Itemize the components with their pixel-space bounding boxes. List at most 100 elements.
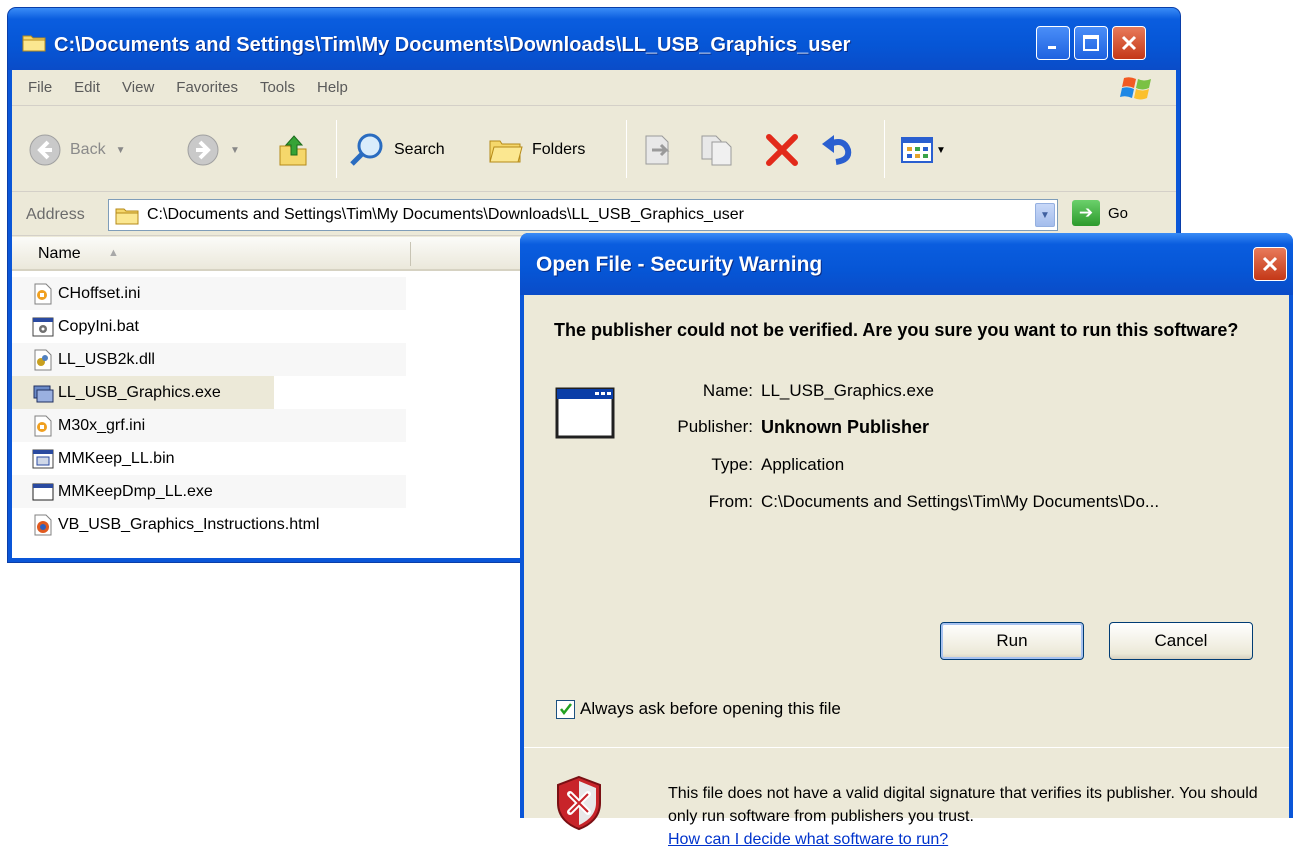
file-name: MMKeepDmp_LL.exe xyxy=(58,482,213,500)
folders-label: Folders xyxy=(532,141,586,158)
menu-tools[interactable]: Tools xyxy=(260,79,295,96)
list-item[interactable]: MMKeepDmp_LL.exe xyxy=(12,475,406,508)
move-to-icon xyxy=(645,135,670,165)
list-item[interactable]: MMKeep_LL.bin xyxy=(12,442,406,475)
always-ask-label[interactable]: Always ask before opening this file xyxy=(580,699,841,719)
maximize-icon xyxy=(1083,35,1099,51)
publisher-key: Publisher: xyxy=(677,417,753,436)
toolbar-separator xyxy=(336,120,337,178)
always-ask-checkbox[interactable] xyxy=(556,699,575,719)
checkmark-icon xyxy=(559,703,572,716)
toolbar-separator xyxy=(884,120,885,178)
toolbar-separator xyxy=(626,120,627,178)
exe-file-icon xyxy=(33,385,54,402)
list-item[interactable]: CHoffset.ini xyxy=(12,277,406,310)
search-icon xyxy=(350,133,383,166)
name-value: LL_USB_Graphics.exe xyxy=(761,381,934,400)
go-button[interactable]: ➔ Go xyxy=(1072,200,1128,226)
views-button[interactable]: ▼ xyxy=(900,108,946,192)
column-header-name[interactable]: Name xyxy=(38,245,81,263)
from-value: C:\Documents and Settings\Tim\My Documen… xyxy=(761,492,1160,511)
list-item[interactable]: LL_USB_Graphics.exe xyxy=(12,376,274,409)
delete-icon xyxy=(766,134,798,166)
dialog-titlebar[interactable]: Open File - Security Warning xyxy=(520,233,1293,295)
list-item[interactable]: VB_USB_Graphics_Instructions.html xyxy=(12,508,406,541)
cancel-button[interactable]: Cancel xyxy=(1109,622,1253,660)
forward-button[interactable]: ▼ xyxy=(186,108,240,192)
explorer-titlebar[interactable]: C:\Documents and Settings\Tim\My Documen… xyxy=(8,8,1180,70)
from-row: From: C:\Documents and Settings\Tim\My D… xyxy=(624,492,1159,512)
file-name: LL_USB_Graphics.exe xyxy=(58,383,221,401)
undo-button[interactable] xyxy=(820,108,856,192)
security-warning-dialog: Open File - Security Warning The publish… xyxy=(520,233,1293,848)
toolbar: Back ▼ ▼ Search Folders ▼ xyxy=(12,108,1176,192)
delete-button[interactable] xyxy=(764,108,800,192)
address-label: Address xyxy=(26,205,85,223)
list-item[interactable]: LL_USB2k.dll xyxy=(12,343,406,376)
menu-edit[interactable]: Edit xyxy=(74,79,100,96)
ini-file-icon xyxy=(34,415,52,436)
address-bar: Address C:\Documents and Settings\Tim\My… xyxy=(12,194,1176,236)
back-dropdown-icon[interactable]: ▼ xyxy=(116,145,126,156)
menu-view[interactable]: View xyxy=(122,79,154,96)
forward-dropdown-icon[interactable]: ▼ xyxy=(230,145,240,156)
bin-file-icon xyxy=(32,449,54,468)
back-button[interactable]: Back ▼ xyxy=(28,108,125,192)
explorer-title: C:\Documents and Settings\Tim\My Documen… xyxy=(54,34,851,56)
address-value: C:\Documents and Settings\Tim\My Documen… xyxy=(147,206,744,223)
batch-file-icon xyxy=(32,317,54,336)
menu-file[interactable]: File xyxy=(28,79,52,96)
folder-icon xyxy=(22,35,46,52)
close-icon xyxy=(1121,35,1137,51)
up-folder-button[interactable] xyxy=(276,108,312,192)
dialog-heading: The publisher could not be verified. Are… xyxy=(554,320,1239,340)
html-file-icon xyxy=(34,514,52,535)
address-input[interactable]: C:\Documents and Settings\Tim\My Documen… xyxy=(108,199,1058,231)
column-divider[interactable] xyxy=(410,242,411,266)
back-arrow-icon xyxy=(29,134,61,166)
search-button[interactable]: Search xyxy=(348,108,445,192)
type-key: Type: xyxy=(711,455,753,474)
go-arrow-icon: ➔ xyxy=(1072,200,1100,226)
views-icon xyxy=(901,137,933,163)
menu-help[interactable]: Help xyxy=(317,79,348,96)
file-rows: CHoffset.ini CopyIni.bat LL_USB2k.dll LL… xyxy=(12,277,406,541)
forward-arrow-icon xyxy=(187,134,219,166)
dialog-client: The publisher could not be verified. Are… xyxy=(524,295,1289,848)
always-ask-option: Always ask before opening this file xyxy=(556,699,841,719)
address-dropdown-button[interactable]: ▼ xyxy=(1035,203,1055,227)
warning-message: This file does not have a valid digital … xyxy=(668,782,1268,851)
move-to-button[interactable] xyxy=(640,108,676,192)
publisher-row: Publisher: Unknown Publisher xyxy=(624,417,929,438)
help-link[interactable]: How can I decide what software to run? xyxy=(668,828,1268,851)
file-name: M30x_grf.ini xyxy=(58,416,146,434)
file-name: CHoffset.ini xyxy=(58,284,141,302)
up-folder-icon xyxy=(279,135,307,166)
dialog-divider xyxy=(524,747,1289,748)
sort-ascending-icon: ▲ xyxy=(108,247,119,259)
type-value: Application xyxy=(761,455,845,474)
dll-file-icon xyxy=(34,349,52,370)
views-dropdown-icon[interactable]: ▼ xyxy=(936,145,946,156)
search-label: Search xyxy=(394,141,445,158)
copy-to-button[interactable] xyxy=(698,108,736,192)
menu-favorites[interactable]: Favorites xyxy=(176,79,238,96)
dialog-close-button[interactable] xyxy=(1253,247,1287,281)
undo-icon xyxy=(822,135,852,165)
name-key: Name: xyxy=(702,381,753,400)
list-item[interactable]: CopyIni.bat xyxy=(12,310,406,343)
folders-button[interactable]: Folders xyxy=(488,108,585,192)
maximize-button[interactable] xyxy=(1074,26,1108,60)
close-button[interactable] xyxy=(1112,26,1146,60)
list-item[interactable]: M30x_grf.ini xyxy=(12,409,406,442)
file-name: VB_USB_Graphics_Instructions.html xyxy=(58,515,320,533)
file-name: MMKeep_LL.bin xyxy=(58,449,175,467)
ini-file-icon xyxy=(34,283,52,304)
dialog-title: Open File - Security Warning xyxy=(536,253,823,276)
menu-bar: File Edit View Favorites Tools Help xyxy=(12,70,1176,106)
minimize-icon xyxy=(1048,46,1056,49)
go-label: Go xyxy=(1108,204,1129,222)
minimize-button[interactable] xyxy=(1036,26,1070,60)
run-button[interactable]: Run xyxy=(940,622,1084,660)
folders-icon xyxy=(489,140,523,163)
